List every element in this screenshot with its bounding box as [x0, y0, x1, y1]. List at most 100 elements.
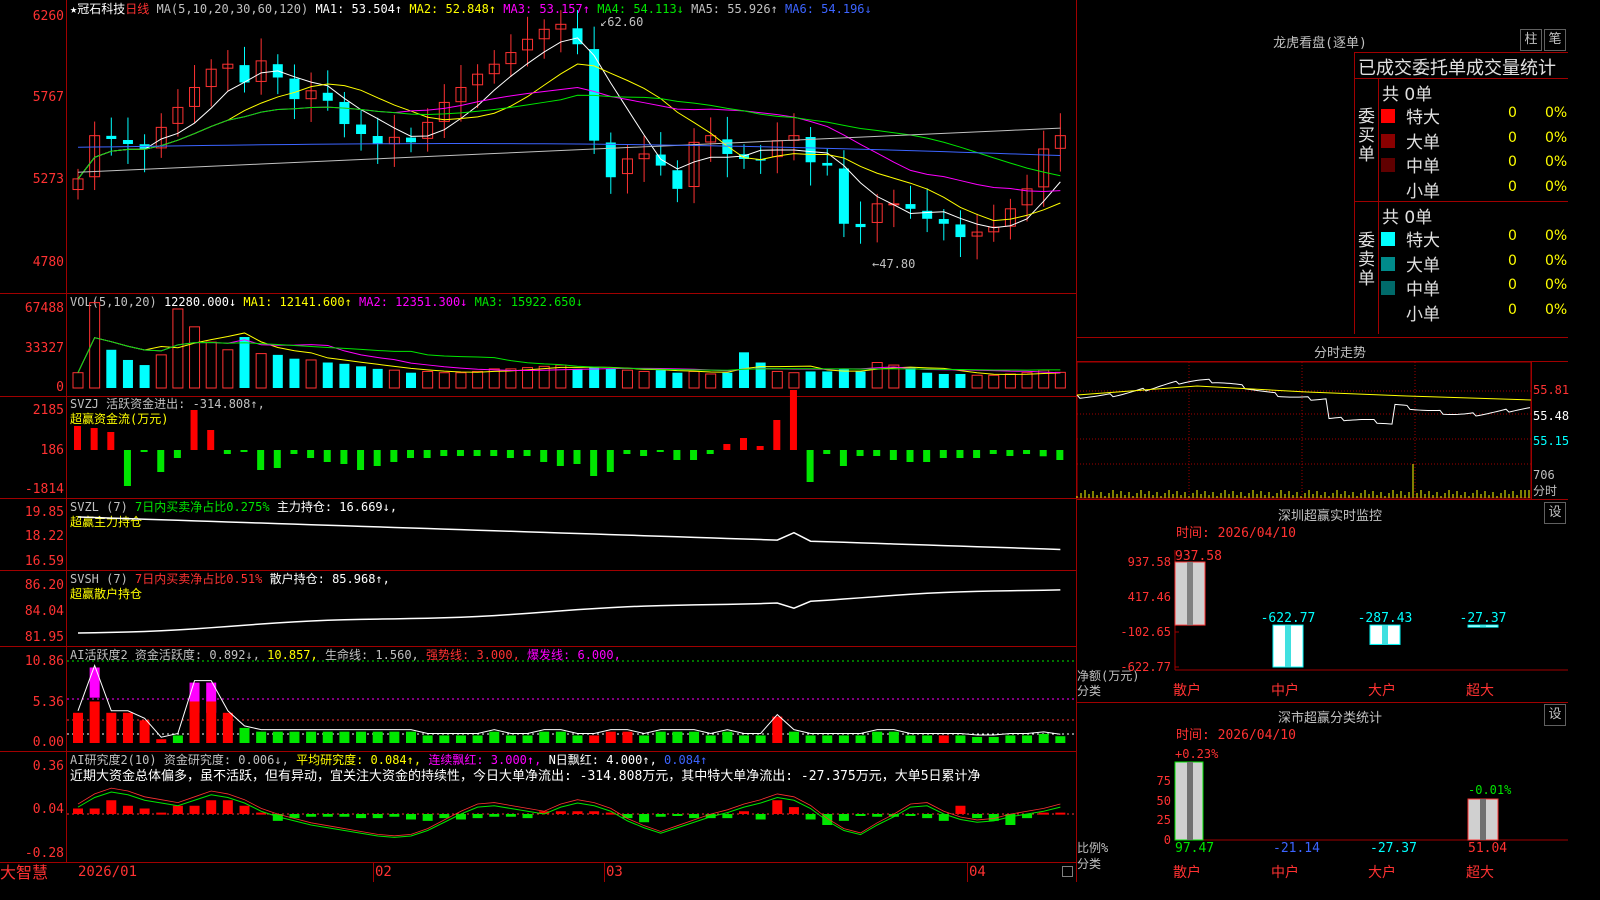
volume-bar: [339, 363, 350, 388]
y-tick: 86.20: [24, 578, 64, 593]
sell-orders-label: 委卖单: [1358, 231, 1375, 289]
candle-down: [805, 137, 816, 163]
bar-mode-button[interactable]: 柱: [1520, 29, 1542, 51]
flow-bar: [390, 450, 398, 462]
y-tick: 4780: [32, 255, 64, 270]
intraday-unit: 分时: [1533, 484, 1558, 498]
flow-bar: [373, 450, 381, 466]
volume-bar: [871, 362, 883, 389]
research-chart[interactable]: [67, 752, 1076, 862]
research-bar: [655, 814, 666, 817]
y-tick: -102.65: [1120, 625, 1171, 639]
research-bar: [689, 814, 700, 819]
legend-swatch: [1381, 158, 1395, 172]
volume-bar: [239, 337, 250, 388]
y-tick: 10.86: [24, 654, 64, 669]
flow-bar: [257, 450, 265, 470]
research-bar: [972, 814, 983, 819]
flow-bar: [823, 450, 831, 454]
lock-icon[interactable]: [1062, 866, 1073, 877]
flow-bar: [706, 450, 714, 454]
divider: [1354, 201, 1568, 202]
category-label: 中户: [1271, 682, 1299, 699]
volume-bar: [771, 370, 783, 389]
activity-bar: [222, 712, 233, 743]
research-bar: [322, 814, 333, 817]
fund-flow-chart[interactable]: [67, 390, 1076, 498]
flow-bar: [540, 450, 548, 462]
volume-chart[interactable]: [67, 294, 1076, 396]
divider: [1531, 362, 1532, 499]
research-bar: [406, 814, 416, 820]
candlestick-chart[interactable]: [67, 0, 1076, 293]
flow-bar: [440, 450, 448, 456]
activity-bar: [89, 667, 100, 698]
value-label: -27.37: [1370, 841, 1417, 856]
activity-bar: [872, 731, 883, 743]
research-bar: [172, 805, 183, 814]
activity-bar: [189, 701, 200, 743]
monitor-ylabel: 净额(万元): [1077, 669, 1140, 683]
monitor-settings-button[interactable]: 设: [1544, 502, 1566, 524]
flow-bar: [240, 450, 248, 452]
activity-bar: [1022, 735, 1033, 743]
monitor-chart[interactable]: 937.58417.46-102.65-622.77937.58散户-622.7…: [1077, 540, 1568, 700]
volume-bar: [1054, 371, 1066, 389]
order-count: 0: [1508, 228, 1517, 244]
flow-bar: [606, 450, 614, 472]
main-force-chart[interactable]: [67, 499, 1076, 570]
legend-swatch: [1381, 133, 1395, 148]
flow-bar: [357, 450, 365, 470]
research-bar: [106, 800, 117, 814]
flow-bar: [223, 450, 231, 454]
order-count: 0: [1508, 178, 1517, 195]
monitor-title: 深圳超赢实时监控: [1277, 509, 1382, 524]
flow-bar: [407, 450, 414, 458]
order-pct: 0%: [1545, 129, 1568, 146]
volume-bar: [838, 368, 849, 388]
x-tick: 02: [375, 864, 392, 880]
flow-bar: [923, 450, 931, 462]
research-bar: [455, 814, 466, 820]
pen-mode-button[interactable]: 笔: [1544, 29, 1566, 51]
flow-bar: [623, 450, 631, 454]
activity-bar: [156, 739, 167, 743]
volume-bar: [739, 352, 749, 388]
activity-chart[interactable]: [67, 647, 1076, 751]
research-bar: [156, 812, 167, 815]
stat-tabs[interactable]: 已成交委托单成交量统计: [1358, 54, 1556, 80]
stat-settings-button[interactable]: 设: [1544, 704, 1566, 726]
flow-bar: [640, 450, 648, 456]
research-bar: [1005, 814, 1016, 825]
intraday-chart[interactable]: [1076, 361, 1532, 499]
research-bar: [905, 814, 916, 816]
ma-line: [77, 37, 1061, 229]
volume-bar: [155, 354, 167, 389]
candle-down: [289, 78, 300, 100]
main-force-line: [77, 516, 1061, 551]
buy-total: 共 0单: [1382, 85, 1433, 105]
flow-bar: [573, 450, 581, 464]
activity-bar: [755, 735, 766, 743]
activity-bar: [406, 731, 416, 743]
volume-bar: [805, 371, 816, 388]
y-tick: 417.46: [1128, 590, 1171, 604]
research-bar: [1055, 812, 1066, 815]
volume-bar: [822, 371, 833, 388]
order-pct: 0%: [1545, 178, 1568, 195]
activity-bar: [905, 735, 916, 743]
volume-bar: [272, 354, 283, 388]
y-tick: 2185: [32, 403, 64, 418]
category-label: 中户: [1271, 864, 1299, 881]
activity-bar: [605, 731, 616, 743]
activity-bar: [272, 731, 283, 743]
candle-down: [955, 224, 966, 238]
flow-bar: [973, 450, 981, 458]
stat-chart[interactable]: 75 50 25 0 +0.23% -0.01% 97.47 散户 -21.14 中户 -27.37…: [1077, 742, 1568, 882]
order-pct: 0%: [1545, 277, 1568, 293]
retail-chart[interactable]: [67, 571, 1076, 646]
y-tick: 0: [1164, 833, 1171, 847]
volume-bar: [788, 372, 800, 389]
flow-bar: [173, 450, 181, 458]
flow-bar: [756, 446, 764, 450]
